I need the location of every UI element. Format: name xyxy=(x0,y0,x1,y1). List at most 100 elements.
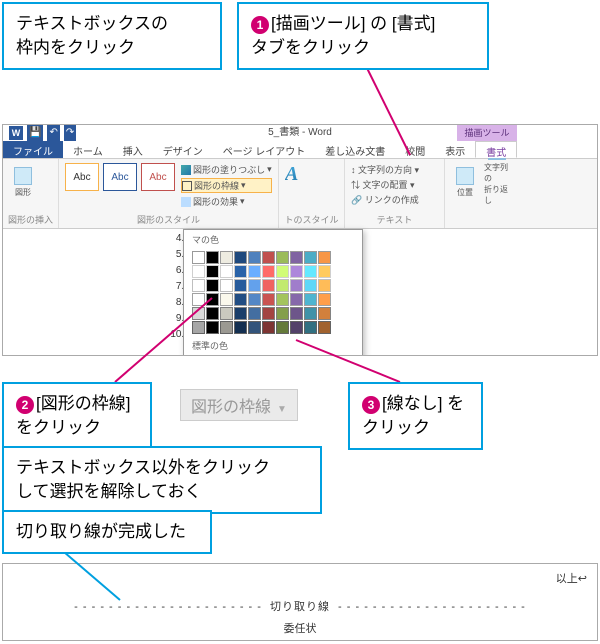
color-swatch[interactable] xyxy=(220,321,233,334)
color-swatch[interactable] xyxy=(304,251,317,264)
wordart-sample-icon[interactable]: A xyxy=(285,163,338,186)
shape-fill-button[interactable]: 図形の塗りつぶし ▾ xyxy=(181,163,272,176)
color-swatch[interactable] xyxy=(276,293,289,306)
shape-style-gallery[interactable]: Abc Abc Abc xyxy=(65,163,175,208)
callout-click-textbox: テキストボックスの 枠内をクリック xyxy=(2,2,222,70)
color-swatch[interactable] xyxy=(318,265,331,278)
color-swatch[interactable] xyxy=(234,307,247,320)
color-swatch[interactable] xyxy=(318,293,331,306)
shapes-button[interactable]: 図形 xyxy=(9,163,37,201)
color-swatch[interactable] xyxy=(290,293,303,306)
color-swatch[interactable] xyxy=(192,293,205,306)
theme-color-grid[interactable] xyxy=(184,249,362,336)
tab-layout[interactable]: ページ レイアウト xyxy=(213,141,316,158)
color-swatch[interactable] xyxy=(262,279,275,292)
position-button[interactable]: 位置 xyxy=(451,163,479,201)
color-swatch[interactable] xyxy=(290,265,303,278)
ribbon-group-arrange: 位置 文字列の 折り返し xyxy=(445,159,545,228)
color-swatch[interactable] xyxy=(248,251,261,264)
style-sample[interactable]: Abc xyxy=(65,163,99,191)
color-swatch[interactable] xyxy=(248,279,261,292)
ribbon-group-shape-styles: Abc Abc Abc 図形の塗りつぶし ▾ 図形の枠線 ▾ 図形の効果 ▾ 図… xyxy=(59,159,279,228)
color-swatch[interactable] xyxy=(262,293,275,306)
color-swatch[interactable] xyxy=(304,279,317,292)
color-swatch[interactable] xyxy=(220,293,233,306)
qat-save-icon[interactable]: 💾 xyxy=(27,125,43,141)
color-swatch[interactable] xyxy=(248,307,261,320)
color-swatch[interactable] xyxy=(206,321,219,334)
color-swatch[interactable] xyxy=(304,321,317,334)
color-swatch[interactable] xyxy=(220,279,233,292)
color-swatch[interactable] xyxy=(192,265,205,278)
color-swatch[interactable] xyxy=(304,265,317,278)
color-swatch[interactable] xyxy=(234,265,247,278)
color-swatch[interactable] xyxy=(290,307,303,320)
color-swatch[interactable] xyxy=(262,251,275,264)
style-sample[interactable]: Abc xyxy=(141,163,175,191)
color-swatch[interactable] xyxy=(192,251,205,264)
color-swatch[interactable] xyxy=(206,293,219,306)
window-title: 5_書類 - Word xyxy=(268,125,332,141)
color-swatch[interactable] xyxy=(318,307,331,320)
color-swatch[interactable] xyxy=(206,265,219,278)
color-swatch[interactable] xyxy=(206,307,219,320)
style-sample[interactable]: Abc xyxy=(103,163,137,191)
color-swatch[interactable] xyxy=(276,321,289,334)
color-swatch[interactable] xyxy=(206,279,219,292)
tab-file[interactable]: ファイル xyxy=(3,141,63,158)
color-swatch[interactable] xyxy=(276,279,289,292)
color-swatch[interactable] xyxy=(234,279,247,292)
callout-deselect: テキストボックス以外をクリック して選択を解除しておく xyxy=(2,446,322,514)
color-swatch[interactable] xyxy=(220,265,233,278)
tab-format[interactable]: 書式 xyxy=(475,141,517,158)
dropdown-arrow-icon: ▼ xyxy=(277,404,287,415)
text-direction-button[interactable]: ↕ 文字列の方向 ▾ xyxy=(351,163,438,176)
qat-redo-icon[interactable]: ↷ xyxy=(64,125,76,141)
color-swatch[interactable] xyxy=(262,307,275,320)
tab-home[interactable]: ホーム xyxy=(63,141,113,158)
color-swatch[interactable] xyxy=(290,321,303,334)
color-swatch[interactable] xyxy=(290,279,303,292)
color-swatch[interactable] xyxy=(248,265,261,278)
color-swatch[interactable] xyxy=(304,307,317,320)
color-swatch[interactable] xyxy=(318,279,331,292)
color-swatch[interactable] xyxy=(248,293,261,306)
color-swatch[interactable] xyxy=(234,321,247,334)
position-icon xyxy=(456,167,474,185)
tab-references[interactable]: 差し込み文書 xyxy=(315,141,395,158)
quick-access-toolbar[interactable]: W 💾 ↶ ↷ xyxy=(3,125,76,141)
color-swatch[interactable] xyxy=(318,251,331,264)
ribbon-group-shapes-insert: 図形 図形の挿入 xyxy=(3,159,59,228)
tab-view[interactable]: 表示 xyxy=(435,141,475,158)
color-swatch[interactable] xyxy=(304,293,317,306)
callout-step-2: 2[図形の枠線] をクリック xyxy=(2,382,152,450)
color-swatch[interactable] xyxy=(234,293,247,306)
color-swatch[interactable] xyxy=(276,307,289,320)
color-swatch[interactable] xyxy=(234,251,247,264)
titlebar: W 💾 ↶ ↷ 5_書類 - Word 描画ツール xyxy=(3,125,597,141)
color-swatch[interactable] xyxy=(192,321,205,334)
color-swatch[interactable] xyxy=(220,307,233,320)
color-swatch[interactable] xyxy=(262,265,275,278)
color-swatch[interactable] xyxy=(192,279,205,292)
wrap-text-button[interactable]: 文字列の 折り返し xyxy=(483,163,511,201)
standard-color-row[interactable] xyxy=(184,355,362,356)
color-swatch[interactable] xyxy=(318,321,331,334)
shape-effects-button[interactable]: 図形の効果 ▾ xyxy=(181,195,272,208)
step-number-2: 2 xyxy=(16,396,34,414)
create-link-button[interactable]: 🔗 リンクの作成 xyxy=(351,193,438,206)
color-swatch[interactable] xyxy=(276,265,289,278)
tab-design[interactable]: デザイン xyxy=(153,141,213,158)
color-swatch[interactable] xyxy=(262,321,275,334)
color-swatch[interactable] xyxy=(192,307,205,320)
tab-insert[interactable]: 挿入 xyxy=(113,141,153,158)
color-swatch[interactable] xyxy=(248,321,261,334)
color-swatch[interactable] xyxy=(220,251,233,264)
tab-review[interactable]: 校閲 xyxy=(395,141,435,158)
qat-undo-icon[interactable]: ↶ xyxy=(47,125,59,141)
color-swatch[interactable] xyxy=(276,251,289,264)
shape-outline-button[interactable]: 図形の枠線 ▾ xyxy=(181,178,272,193)
align-text-button[interactable]: ⇅ 文字の配置 ▾ xyxy=(351,178,438,191)
color-swatch[interactable] xyxy=(206,251,219,264)
color-swatch[interactable] xyxy=(290,251,303,264)
